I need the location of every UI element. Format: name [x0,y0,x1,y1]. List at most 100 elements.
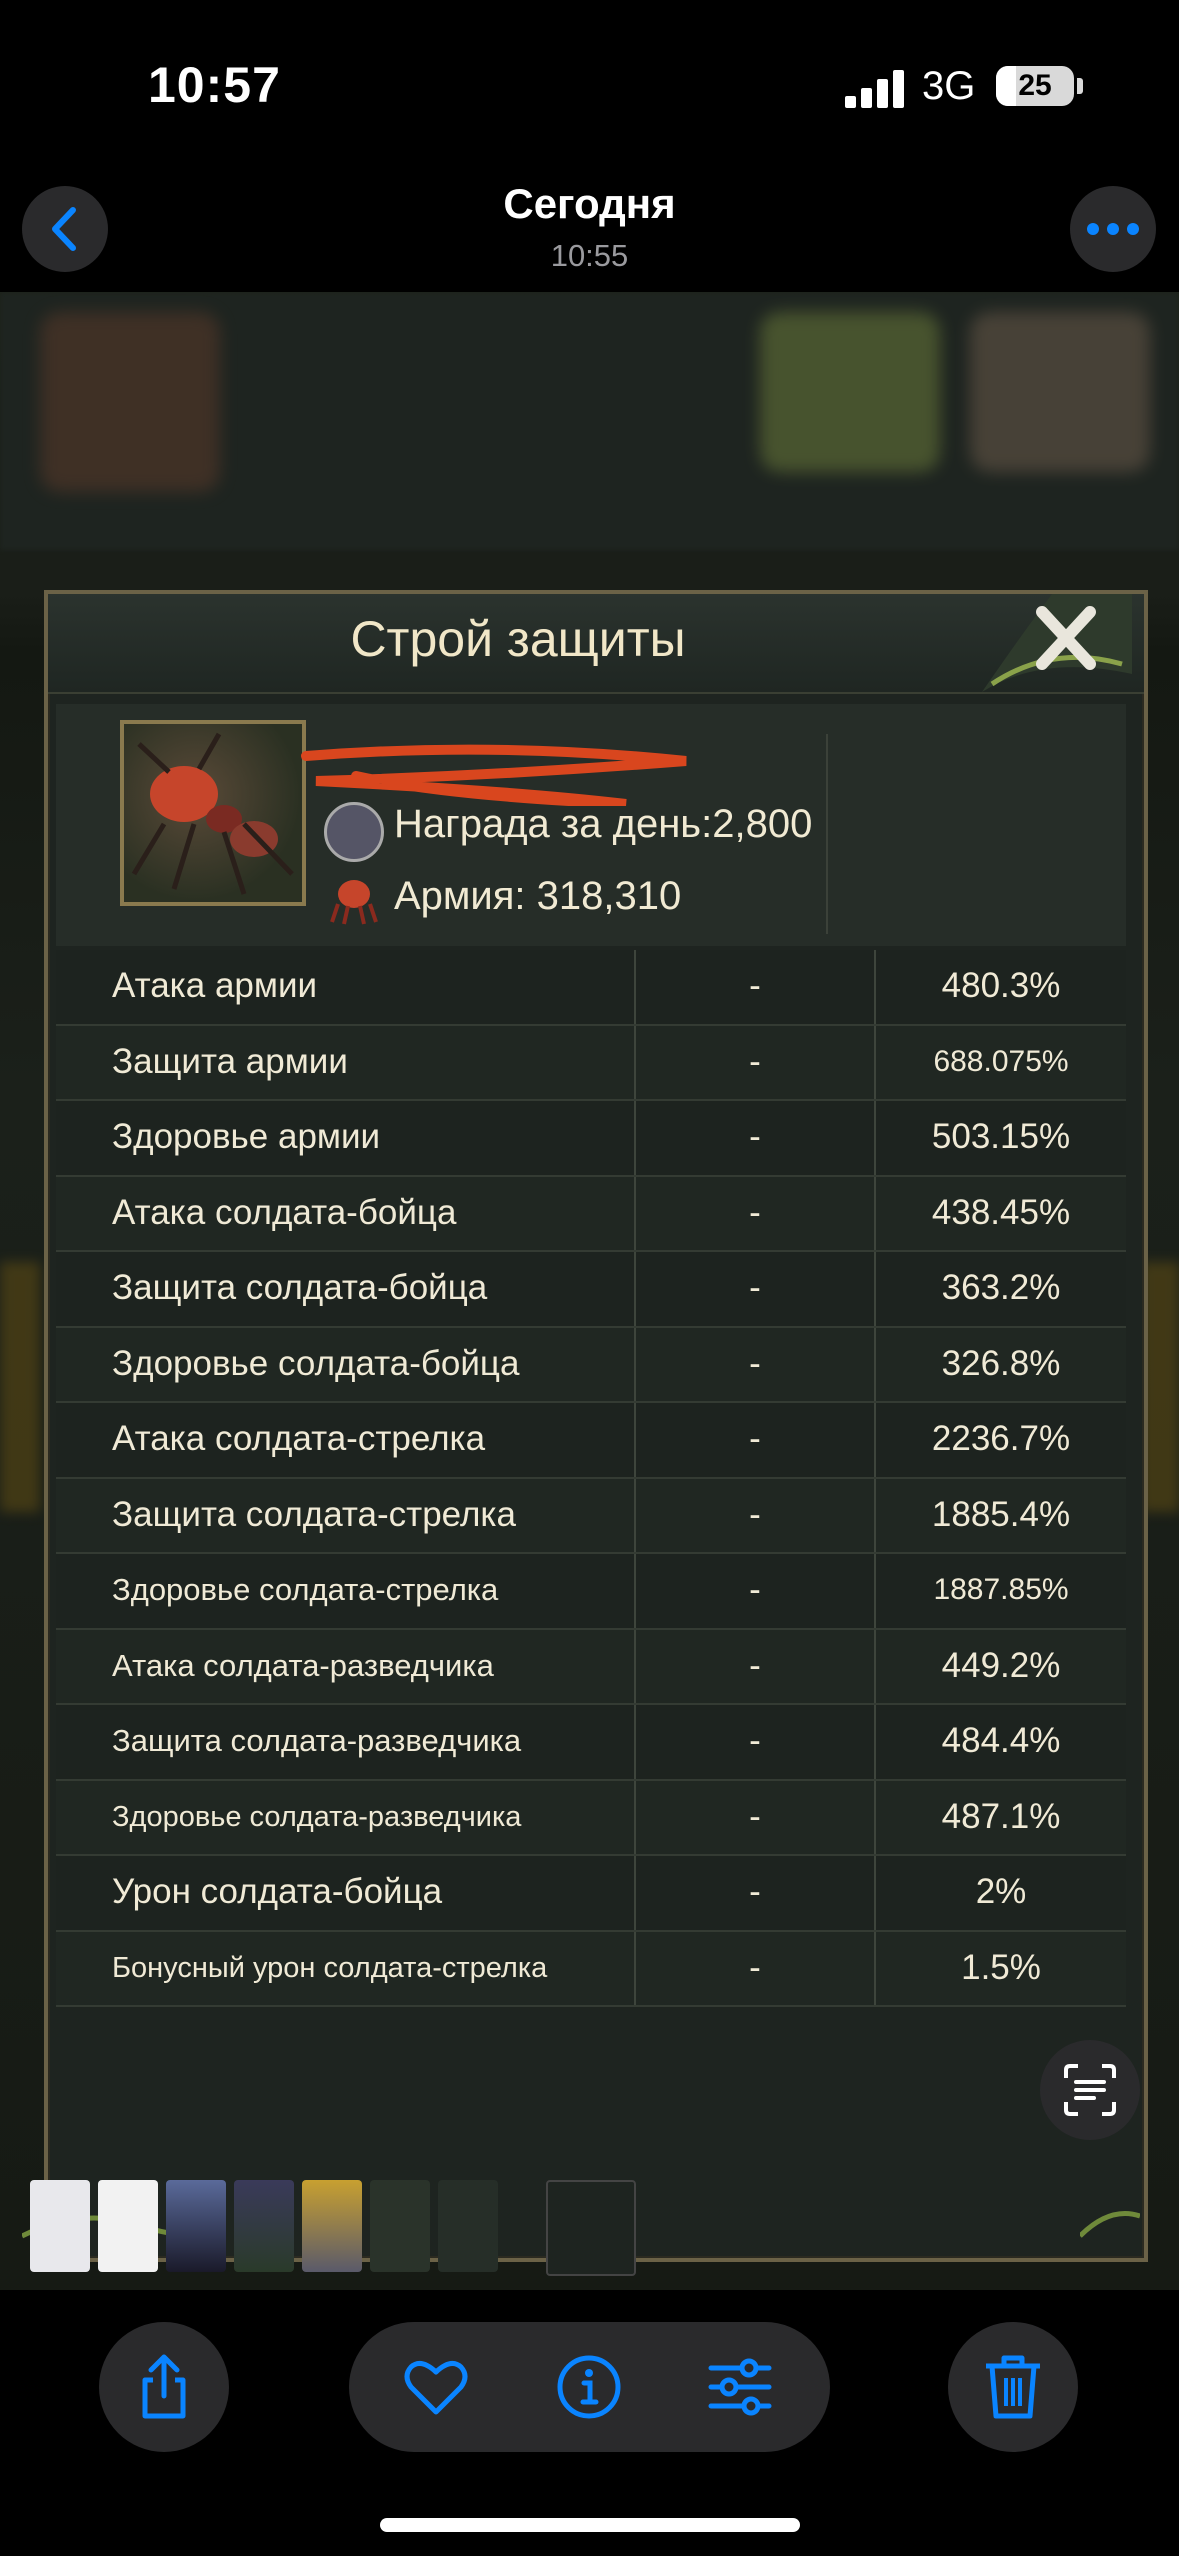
profile-panel: Награда за день:2,800 Армия: 318,310 [56,704,1126,946]
thumbnail[interactable] [166,2180,226,2272]
table-row: Атака солдата-бойца - 438.45% [56,1176,1126,1252]
table-row: Атака солдата-стрелка - 2236.7% [56,1403,1126,1479]
army-icon [330,880,378,925]
stat-value: 688.075% [933,1044,1069,1078]
stat-name: Атака солдата-разведчика [112,1647,494,1683]
daily-reward: Награда за день:2,800 [394,802,813,846]
table-row: Защита солдата-разведчика - 484.4% [56,1705,1126,1781]
vine-decoration [1080,2211,1140,2238]
thumbnail-strip[interactable] [30,2180,650,2276]
game-dialog: Строй защиты Награда за день:2,800 Армия… [44,590,1148,2262]
network-type: 3G [922,64,976,108]
close-icon[interactable] [982,594,1132,692]
photo-viewer[interactable]: Строй защиты Награда за день:2,800 Армия… [0,292,1179,2290]
stat-base: - [749,1343,761,1383]
stat-value: 487.1% [941,1796,1061,1836]
thumbnail[interactable] [302,2180,362,2272]
divider [826,734,828,934]
redacted-name [301,744,687,806]
share-button[interactable] [99,2322,229,2452]
stat-name: Атака солдата-бойца [112,1192,457,1232]
stat-value: 1887.85% [933,1573,1069,1606]
info-icon[interactable] [554,2352,624,2422]
stat-value: 484.4% [941,1721,1061,1760]
stat-value: 1.5% [961,1947,1041,1987]
blurred-image [970,312,1150,472]
avatar [120,720,306,906]
blurred-image [40,312,220,492]
heart-icon[interactable] [401,2352,471,2422]
stat-base: - [749,1041,761,1081]
dialog-title: Строй защиты [350,611,686,667]
stat-name: Защита солдата-стрелка [112,1494,516,1534]
share-icon [142,2354,186,2419]
stat-base: - [749,1494,761,1534]
thumbnail[interactable] [370,2180,430,2272]
table-row: Урон солдата-бойца - 2% [56,1856,1126,1932]
stat-name: Урон солдата-бойца [112,1872,443,1911]
live-text-icon [1064,2064,1116,2116]
delete-button[interactable] [948,2322,1078,2452]
blurred-image [760,312,940,472]
thumbnail[interactable] [438,2180,498,2272]
stat-value: 2% [975,1872,1027,1911]
stat-name: Защита солдата-бойца [112,1268,488,1307]
stat-value: 449.2% [941,1645,1061,1685]
page-subtitle: 10:55 [550,238,629,273]
stat-value: 326.8% [941,1343,1061,1383]
thumbnail[interactable] [234,2180,294,2272]
ant-icon [131,732,294,895]
stat-base: - [749,1570,761,1609]
stat-base: - [749,1117,761,1156]
stat-base: - [749,1872,761,1911]
table-row: Здоровье армии - 503.15% [56,1101,1126,1177]
stats-table[interactable]: Атака армии - 480.3% Защита армии - 688.075%… [56,950,1126,2007]
thumbnail[interactable] [30,2180,90,2272]
table-row: Атака солдата-разведчика - 449.2% [56,1629,1126,1705]
ellipsis-icon [1087,223,1139,235]
table-row: Здоровье солдата-стрелка - 1887.85% [56,1554,1126,1630]
stat-name: Здоровье солдата-разведчика [112,1800,522,1833]
dialog-title-bar: Строй защиты [48,594,1144,694]
stat-base: - [749,1645,761,1685]
table-row: Защита армии - 688.075% [56,1025,1126,1101]
reward-icon [324,802,384,862]
stat-value: 438.45% [931,1192,1071,1232]
table-row: Здоровье солдата-разведчика - 487.1% [56,1780,1126,1856]
stat-base: - [749,1419,761,1458]
army-size: Армия: 318,310 [394,874,682,918]
stat-name: Здоровье солдата-стрелка [112,1572,499,1607]
stat-base: - [749,966,761,1005]
stat-base: - [749,1268,761,1307]
cellular-signal-icon [845,70,905,108]
table-row: Бонусный урон солдата-стрелка - 1.5% [56,1931,1126,2007]
trash-icon [986,2355,1040,2419]
stat-name: Защита армии [112,1041,348,1081]
battery-icon: 25 [996,66,1074,106]
stat-base: - [749,1796,761,1836]
home-indicator[interactable] [380,2518,800,2532]
stat-value: 2236.7% [931,1419,1071,1458]
stat-value: 480.3% [941,966,1061,1005]
more-button[interactable] [1070,186,1156,272]
stat-name: Атака армии [112,966,318,1005]
stat-name: Бонусный урон солдата-стрелка [112,1951,548,1984]
stat-base: - [749,1192,761,1232]
battery-percent: 25 [1018,69,1052,102]
stat-value: 503.15% [931,1117,1071,1156]
sliders-icon[interactable] [705,2352,775,2422]
table-row: Защита солдата-стрелка - 1885.4% [56,1478,1126,1554]
stat-name: Здоровье солдата-бойца [112,1343,520,1383]
page-title: Сегодня [503,180,676,227]
stat-value: 363.2% [941,1268,1061,1307]
stat-base: - [749,1947,761,1987]
thumbnail[interactable] [98,2180,158,2272]
status-time: 10:57 [148,57,281,113]
stat-name: Здоровье армии [112,1117,381,1156]
background-glow [0,1262,40,1512]
stat-value: 1885.4% [931,1494,1071,1534]
stat-base: - [749,1721,761,1760]
live-text-button[interactable] [1040,2040,1140,2140]
thumbnail-selected[interactable] [546,2180,636,2276]
battery-tip [1077,78,1083,94]
